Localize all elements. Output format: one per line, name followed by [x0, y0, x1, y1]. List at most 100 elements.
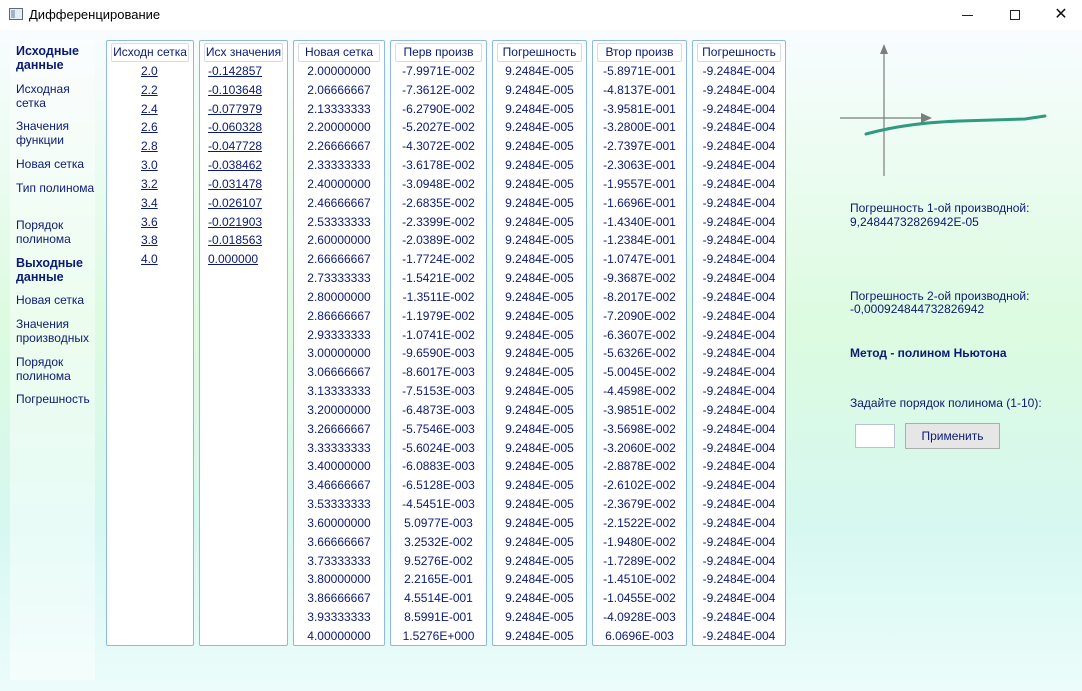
column-header[interactable]: Исх значения [204, 43, 283, 62]
sidebar-item-out-polynomial-order[interactable]: Порядок полинома [16, 355, 100, 383]
table-cell: -2.6835E-002 [402, 195, 475, 210]
table-cell[interactable]: 3.4 [107, 194, 193, 213]
table-cell[interactable]: 3.8 [107, 231, 193, 250]
apply-button[interactable]: Применить [905, 423, 1000, 449]
table-cell[interactable]: -0.021903 [200, 213, 287, 232]
table-cell: -2.3679E-002 [603, 497, 676, 512]
table-cell: 9.2484E-005 [505, 346, 574, 361]
sidebar-item-derivative-values[interactable]: Значения производных [16, 317, 100, 345]
table-cell: -2.8878E-002 [603, 459, 676, 474]
client-area: Исходные данные Исходная сетка Значения … [0, 30, 1082, 691]
table-cell: 9.2484E-005 [505, 176, 574, 191]
table-cell: 3.33333333 [307, 440, 371, 455]
table-cell[interactable]: 4.0 [107, 250, 193, 269]
close-button[interactable]: ✕ [1038, 0, 1082, 30]
table-cell[interactable]: 2.4 [107, 100, 193, 119]
table-cell: 5.0977E-003 [404, 515, 473, 530]
minimize-icon [961, 14, 973, 16]
table-cell[interactable]: -0.018563 [200, 231, 287, 250]
maximize-button[interactable] [992, 0, 1038, 30]
sidebar-item-polynomial-order[interactable]: Порядок полинома [16, 218, 100, 246]
column-header[interactable]: Втор произв [597, 43, 682, 62]
column-header[interactable]: Исходн сетка [111, 43, 189, 62]
table-cell: -6.4873E-003 [402, 402, 475, 417]
column-second-derivative: Втор произв -5.8971E-001 -4.8137E-001 -3.9… [592, 40, 687, 646]
table-cell[interactable]: -0.047728 [200, 137, 287, 156]
table-cell: 9.2484E-005 [505, 120, 574, 135]
table-cell: 3.60000000 [307, 515, 371, 530]
table-cell[interactable]: -0.103648 [200, 81, 287, 100]
table-cell: -6.3607E-002 [603, 327, 676, 342]
column-header[interactable]: Погрешность [697, 43, 781, 62]
table-cell: -9.2484E-004 [702, 421, 776, 436]
table-cell: 3.53333333 [307, 497, 371, 512]
sidebar-item-input-data[interactable]: Исходные данные [16, 44, 100, 72]
table-cell[interactable]: -0.031478 [200, 175, 287, 194]
table-cell[interactable]: 2.0 [107, 62, 193, 81]
table-cell: 9.2484E-005 [505, 233, 574, 248]
table-cell: 2.66666667 [307, 252, 371, 267]
table-cell: 9.2484E-005 [505, 308, 574, 323]
table-cell: 2.86666667 [307, 308, 371, 323]
table-cell[interactable]: -0.142857 [200, 62, 287, 81]
column-body: 2.00000000 2.06666667 2.13333333 2.20000000… [294, 62, 384, 646]
table-cell[interactable]: -0.038462 [200, 156, 287, 175]
sidebar-item-error[interactable]: Погрешность [16, 392, 100, 406]
table-cell: -9.2484E-004 [702, 534, 776, 549]
table-cell: 9.2484E-005 [505, 478, 574, 493]
table-cell: -9.2484E-004 [702, 176, 776, 191]
table-cell: -9.2484E-004 [702, 327, 776, 342]
table-cell[interactable]: -0.026107 [200, 194, 287, 213]
table-cell: -4.0928E-003 [603, 610, 676, 625]
table-cell: -3.2060E-002 [603, 440, 676, 455]
column-first-derivative: Перв произв -7.9971E-002 -7.3612E-002 -6.2… [390, 40, 487, 646]
column-source-values: Исх значения -0.142857 -0.103648 -0.077979… [199, 40, 288, 646]
table-cell: -9.2484E-004 [702, 195, 776, 210]
column-header[interactable]: Погрешность [497, 43, 582, 62]
column-header[interactable]: Перв произв [395, 43, 482, 62]
sidebar-item-source-grid[interactable]: Исходная сетка [16, 82, 100, 110]
table-cell[interactable]: 3.2 [107, 175, 193, 194]
table-cell[interactable]: 2.6 [107, 118, 193, 137]
table-cell[interactable]: -0.077979 [200, 100, 287, 119]
table-cell: -3.5698E-002 [603, 421, 676, 436]
table-cell: 9.2484E-005 [505, 610, 574, 625]
table-cell: -9.2484E-004 [702, 384, 776, 399]
column-second-error: Погрешность -9.2484E-004 -9.2484E-004 -9.2… [692, 40, 786, 646]
table-cell: -9.6590E-003 [402, 346, 475, 361]
table-cell: -1.0747E-001 [603, 252, 676, 267]
table-cell[interactable]: 2.2 [107, 81, 193, 100]
maximize-icon [1010, 10, 1020, 20]
table-cell: 1.5276E+000 [402, 628, 475, 643]
table-cell: 9.2484E-005 [505, 327, 574, 342]
table-cell[interactable]: 3.6 [107, 213, 193, 232]
sidebar-item-out-new-grid[interactable]: Новая сетка [16, 293, 100, 307]
minimize-button[interactable] [944, 0, 990, 30]
close-icon: ✕ [1054, 6, 1068, 23]
table-cell[interactable]: 0.000000 [200, 250, 287, 269]
table-cell: -7.3612E-002 [402, 82, 475, 97]
table-cell: -3.2800E-001 [603, 120, 676, 135]
table-cell: 2.33333333 [307, 158, 371, 173]
table-cell[interactable]: -0.060328 [200, 118, 287, 137]
table-cell: -9.2484E-004 [702, 308, 776, 323]
table-cell: 2.26666667 [307, 139, 371, 154]
table-cell: 3.93333333 [307, 610, 371, 625]
column-header[interactable]: Новая сетка [298, 43, 380, 62]
order-input[interactable] [855, 424, 895, 448]
table-cell: 9.2484E-005 [505, 553, 574, 568]
sidebar-item-output-data[interactable]: Выходные данные [16, 256, 100, 284]
table-cell[interactable]: 2.8 [107, 137, 193, 156]
sidebar-item-polynomial-type[interactable]: Тип полинома [16, 181, 100, 195]
column-body: -5.8971E-001 -4.8137E-001 -3.9581E-001 -3.2… [593, 62, 686, 646]
table-cell: -9.2484E-004 [702, 478, 776, 493]
second-derivative-error-label: Погрешность 2-ой производной: [850, 289, 1030, 303]
table-cell: 9.2484E-005 [505, 64, 574, 78]
table-cell: 4.00000000 [307, 628, 371, 643]
sidebar-item-function-values[interactable]: Значения функции [16, 119, 100, 147]
table-cell: -9.2484E-004 [702, 271, 776, 286]
table-cell[interactable]: 3.0 [107, 156, 193, 175]
sidebar-item-new-grid[interactable]: Новая сетка [16, 157, 100, 171]
table-cell: -9.2484E-004 [702, 402, 776, 417]
table-cell: 9.2484E-005 [505, 628, 574, 643]
